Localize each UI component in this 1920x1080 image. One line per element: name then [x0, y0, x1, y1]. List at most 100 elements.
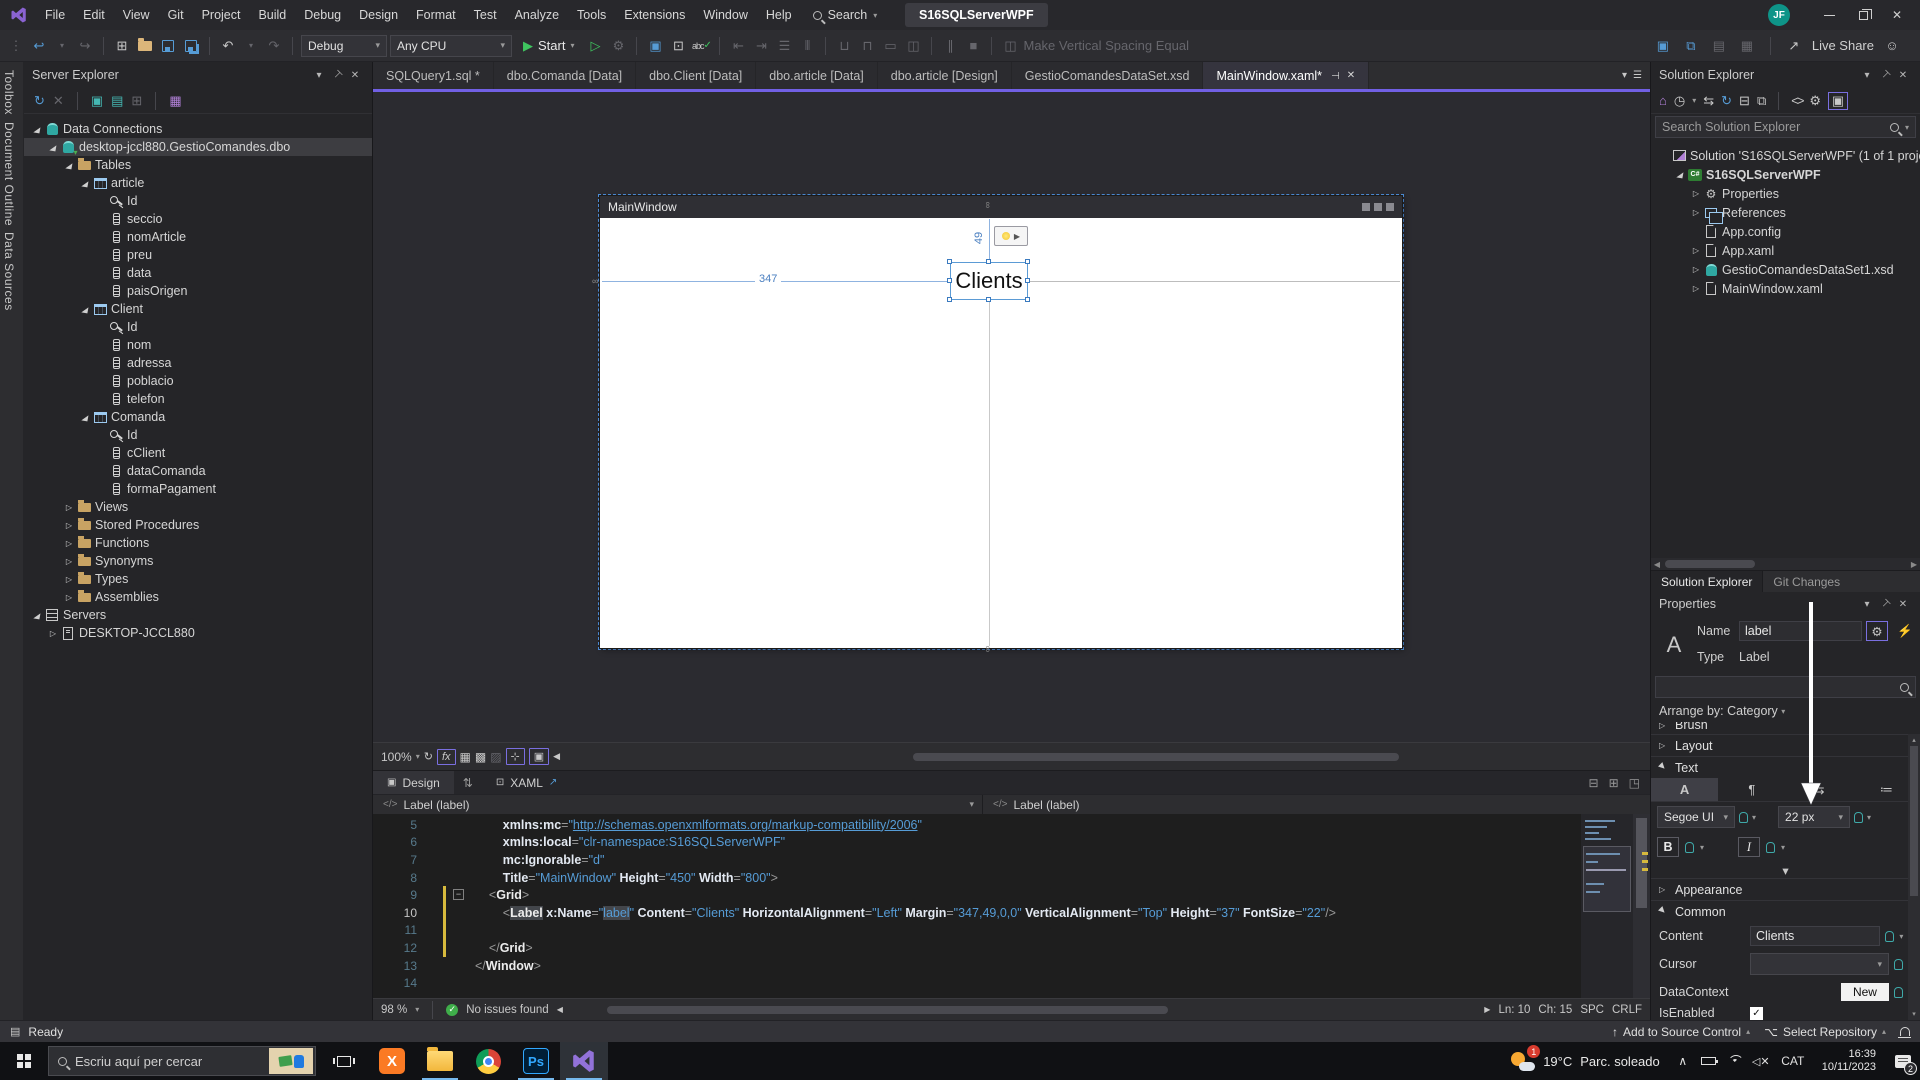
- resize-handle[interactable]: [947, 297, 952, 302]
- menu-extensions[interactable]: Extensions: [615, 0, 694, 30]
- expand-closed-icon[interactable]: ▷: [62, 521, 76, 530]
- chevron-down-icon[interactable]: ▾: [969, 799, 974, 810]
- send-to-interactive-button[interactable]: ▣: [1653, 35, 1673, 57]
- show-annotations-toggle[interactable]: ▣: [528, 748, 550, 765]
- fold-toggle[interactable]: −: [453, 889, 464, 901]
- section-common[interactable]: ▶ Common: [1651, 900, 1920, 922]
- stop-refresh-button[interactable]: ✕: [53, 93, 64, 109]
- expand-open-icon[interactable]: ◢: [45, 141, 60, 152]
- show-all-files-button[interactable]: ⚙: [1809, 93, 1821, 109]
- tree-item[interactable]: ◢ C# S16SQLServerWPF: [1651, 165, 1920, 184]
- resize-handle[interactable]: [1025, 297, 1030, 302]
- volume-muted-icon[interactable]: ◁✕: [1748, 1042, 1774, 1080]
- left-anchor-icon[interactable]: ∞: [592, 276, 598, 286]
- expand-open-icon[interactable]: ◢: [29, 609, 44, 620]
- navigate-back-dropdown[interactable]: ▾: [52, 35, 72, 57]
- select-repository-button[interactable]: ⌥ Select Repository ▴: [1764, 1025, 1886, 1039]
- tree-item[interactable]: ◢ Servers: [24, 606, 372, 624]
- pane-menu-icon[interactable]: ▾: [1858, 70, 1876, 81]
- tree-item[interactable]: data: [24, 264, 372, 282]
- tree-item[interactable]: ▷ ⚙ Properties: [1651, 184, 1920, 203]
- scroll-right-icon[interactable]: ▶: [1484, 1005, 1490, 1014]
- switch-views-button[interactable]: ⌂: [1659, 93, 1667, 108]
- menu-help[interactable]: Help: [757, 0, 801, 30]
- spaces-indicator[interactable]: SPC: [1580, 1004, 1604, 1016]
- search-highlight-art[interactable]: [269, 1048, 313, 1074]
- isenabled-checkbox[interactable]: ✓: [1750, 1006, 1763, 1020]
- document-tab[interactable]: GestioComandesDataSet.xsd: [1011, 62, 1204, 89]
- taskbar-app-xampp[interactable]: X: [368, 1042, 416, 1080]
- taskbar-app-task-view[interactable]: [320, 1042, 368, 1080]
- tree-item[interactable]: ◢ Comanda: [24, 408, 372, 426]
- wifi-icon[interactable]: [1722, 1042, 1748, 1080]
- refresh-button[interactable]: ↻: [34, 93, 45, 109]
- swap-panes-button[interactable]: ⇅: [454, 776, 482, 790]
- menu-file[interactable]: File: [36, 0, 74, 30]
- font-size-select[interactable]: 22 px ▾: [1778, 806, 1851, 828]
- breadcrumb-left[interactable]: </> Label (label) ▾: [373, 795, 983, 814]
- break-all-button[interactable]: ∥: [940, 35, 960, 57]
- document-tab[interactable]: dbo.article [Design]: [877, 62, 1012, 89]
- pane-menu-icon[interactable]: ▾: [1858, 599, 1876, 610]
- connect-server-button[interactable]: ▤: [111, 93, 123, 109]
- expand-closed-icon[interactable]: ▷: [1689, 208, 1703, 217]
- expand-closed-icon[interactable]: ▷: [1689, 246, 1703, 255]
- feedback-icon[interactable]: ☺: [1882, 35, 1902, 57]
- refresh-button[interactable]: ↻: [1721, 93, 1732, 109]
- editor-zoom-level[interactable]: 98 %: [381, 1004, 407, 1016]
- expand-open-icon[interactable]: ◢: [77, 177, 92, 188]
- paragraph-tab[interactable]: ¶: [1718, 778, 1785, 801]
- profiler-button[interactable]: ⚙: [608, 35, 628, 57]
- sql-button[interactable]: ▤: [1709, 35, 1729, 57]
- keyboard-language[interactable]: CAT: [1774, 1042, 1812, 1080]
- menu-debug[interactable]: Debug: [295, 0, 350, 30]
- xaml-view-tab[interactable]: ⊡ XAML ↗: [482, 771, 571, 794]
- search-menu[interactable]: Search ▾: [801, 8, 890, 22]
- show-hidden-icons-button[interactable]: ∧: [1670, 1042, 1696, 1080]
- tree-item[interactable]: Solution 'S16SQLServerWPF' (1 of 1 proje…: [1651, 146, 1920, 165]
- pin-icon[interactable]: ⊤: [327, 65, 348, 86]
- tree-item[interactable]: Id: [24, 426, 372, 444]
- tab-git-changes[interactable]: Git Changes: [1763, 571, 1850, 592]
- resize-handle[interactable]: [1025, 259, 1030, 264]
- tree-item[interactable]: App.config: [1651, 222, 1920, 241]
- save-all-button[interactable]: [181, 35, 201, 57]
- font-family-select[interactable]: Segoe UI ▾: [1657, 806, 1735, 828]
- bookmark-button[interactable]: ⊔: [834, 35, 854, 57]
- code-line[interactable]: 11: [373, 921, 1650, 940]
- package-button[interactable]: ▣: [645, 35, 665, 57]
- editor-horizontal-scrollbar[interactable]: [570, 1003, 1477, 1016]
- popout-icon[interactable]: ↗: [549, 777, 557, 788]
- battery-icon[interactable]: [1696, 1042, 1722, 1080]
- document-tab[interactable]: MainWindow.xaml* ⊤ ✕: [1203, 62, 1370, 89]
- avatar[interactable]: JF: [1768, 4, 1790, 26]
- tree-item[interactable]: preu: [24, 246, 372, 264]
- code-line[interactable]: 8 Title="MainWindow" Height="450" Width=…: [373, 869, 1650, 887]
- navigate-forward-button[interactable]: ↪: [75, 35, 95, 57]
- menu-analyze[interactable]: Analyze: [506, 0, 568, 30]
- selected-label-control[interactable]: Clients: [950, 262, 1028, 300]
- document-tab[interactable]: dbo.article [Data]: [756, 62, 878, 89]
- menu-project[interactable]: Project: [193, 0, 250, 30]
- expand-closed-icon[interactable]: ▷: [62, 557, 76, 566]
- tree-item[interactable]: ▷ DESKTOP-JCCL880: [24, 624, 372, 642]
- properties-search-box[interactable]: [1655, 676, 1916, 698]
- editor-vertical-scrollbar[interactable]: [1633, 814, 1650, 998]
- tree-item[interactable]: ▷ MainWindow.xaml: [1651, 279, 1920, 298]
- resize-handle[interactable]: [947, 278, 952, 283]
- notifications-bell-icon[interactable]: [1898, 1027, 1911, 1038]
- bookmark-clear-button[interactable]: ◫: [903, 35, 923, 57]
- tree-item[interactable]: paisOrigen: [24, 282, 372, 300]
- binding-icon[interactable]: [1854, 811, 1864, 823]
- bookmark-next-button[interactable]: ▭: [880, 35, 900, 57]
- tree-item[interactable]: nomArticle: [24, 228, 372, 246]
- align-left-edges-button[interactable]: ⇤: [728, 35, 748, 57]
- add-to-source-control-button[interactable]: ↑ Add to Source Control ▴: [1612, 1025, 1750, 1039]
- show-grid-button[interactable]: ▦: [460, 750, 471, 764]
- expand-pane-button[interactable]: ◳: [1629, 776, 1640, 790]
- tree-item[interactable]: Id: [24, 192, 372, 210]
- resize-handle[interactable]: [947, 259, 952, 264]
- tree-item[interactable]: ▷ Types: [24, 570, 372, 588]
- tree-item[interactable]: ▷ References: [1651, 203, 1920, 224]
- bottom-anchor-icon[interactable]: ∞: [983, 646, 993, 652]
